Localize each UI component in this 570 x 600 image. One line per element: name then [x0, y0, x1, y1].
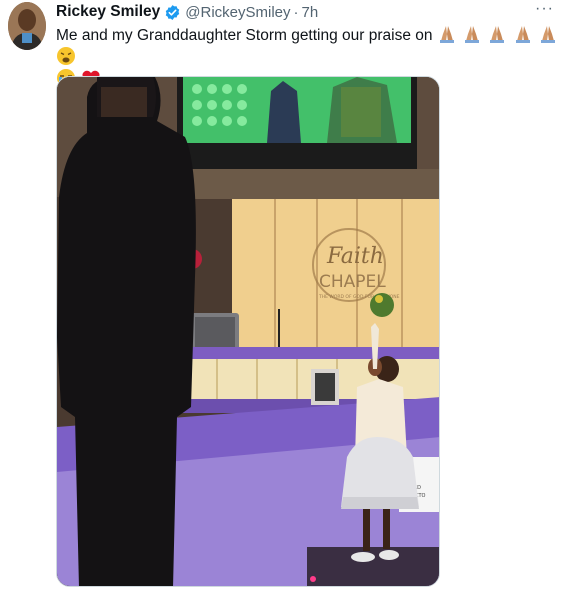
tweet-photo[interactable]: Faith CHAPEL THE WORD OF GOD FOR EVERYON…	[56, 76, 440, 587]
folded-hands-icon	[465, 26, 480, 43]
folded-hands-icon	[490, 26, 505, 43]
separator-dot: ·	[293, 3, 299, 21]
sign-faith: Faith	[326, 244, 384, 269]
display-name[interactable]: Rickey Smiley	[56, 3, 160, 21]
timestamp[interactable]: 7h	[302, 4, 319, 21]
weary-face-icon	[57, 47, 75, 65]
tweet[interactable]: Rickey Smiley @RickeySmiley · 7h ··· Me …	[0, 0, 570, 600]
folded-hands-icon	[439, 26, 454, 43]
tweet-header: Rickey Smiley @RickeySmiley · 7h	[56, 2, 318, 22]
folded-hands-icon	[515, 26, 530, 43]
tweet-text-body: Me and my Granddaughter Storm getting ou…	[56, 27, 433, 44]
sign-chapel: CHAPEL	[319, 272, 386, 292]
verified-badge-icon	[164, 4, 181, 21]
handle[interactable]: @RickeySmiley	[185, 4, 290, 21]
more-options-icon[interactable]: ···	[535, 0, 554, 18]
folded-hands-icon	[541, 26, 556, 43]
avatar[interactable]	[8, 2, 46, 50]
